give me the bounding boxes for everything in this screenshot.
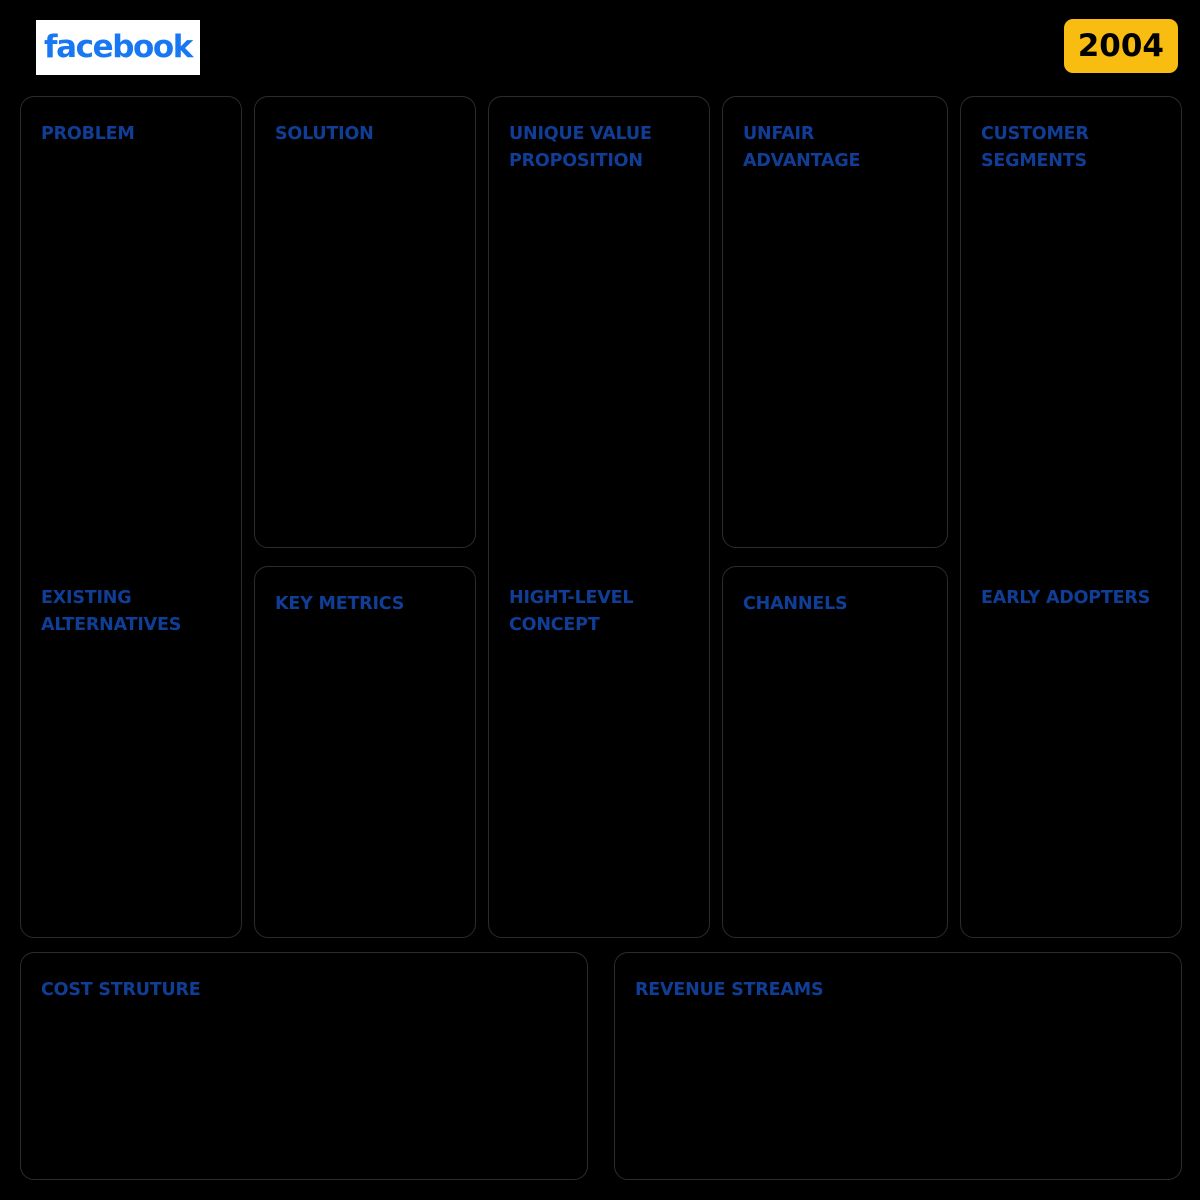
lean-canvas-board: facebook 2004 PROBLEM EXISTING ALTERNATI… <box>0 0 1200 1200</box>
card-key-metrics[interactable]: KEY METRICS <box>254 566 476 938</box>
card-unique-value-proposition[interactable]: UNIQUE VALUE PROPOSITION HIGHT-LEVEL CON… <box>488 96 710 938</box>
card-title-customer-segments: CUSTOMER SEGMENTS <box>981 124 1089 172</box>
card-title-high-level-concept: HIGHT-LEVEL CONCEPT <box>509 588 634 636</box>
year-badge-text: 2004 <box>1077 27 1164 64</box>
card-unfair-advantage[interactable]: UNFAIR ADVANTAGE <box>722 96 948 548</box>
card-revenue-streams[interactable]: REVENUE STREAMS <box>614 952 1182 1180</box>
facebook-logo: facebook <box>36 20 200 75</box>
card-cost-structure[interactable]: COST STRUTURE <box>20 952 588 1180</box>
card-title-solution: SOLUTION <box>275 124 374 144</box>
card-title-key-metrics: KEY METRICS <box>275 594 405 614</box>
card-title-revenue-streams: REVENUE STREAMS <box>635 980 824 1000</box>
card-title-existing-alternatives: EXISTING ALTERNATIVES <box>41 588 182 636</box>
card-solution[interactable]: SOLUTION <box>254 96 476 548</box>
card-problem[interactable]: PROBLEM EXISTING ALTERNATIVES <box>20 96 242 938</box>
card-customer-segments[interactable]: CUSTOMER SEGMENTS EARLY ADOPTERS <box>960 96 1182 938</box>
card-title-unique-value-proposition: UNIQUE VALUE PROPOSITION <box>509 124 652 172</box>
card-title-early-adopters: EARLY ADOPTERS <box>981 588 1151 608</box>
card-title-unfair-advantage: UNFAIR ADVANTAGE <box>743 124 861 172</box>
card-title-channels: CHANNELS <box>743 594 848 614</box>
facebook-logo-text: facebook <box>43 29 193 65</box>
card-title-problem: PROBLEM <box>41 124 135 144</box>
card-channels[interactable]: CHANNELS <box>722 566 948 938</box>
year-badge: 2004 <box>1063 19 1178 73</box>
card-title-cost-structure: COST STRUTURE <box>41 980 201 1000</box>
